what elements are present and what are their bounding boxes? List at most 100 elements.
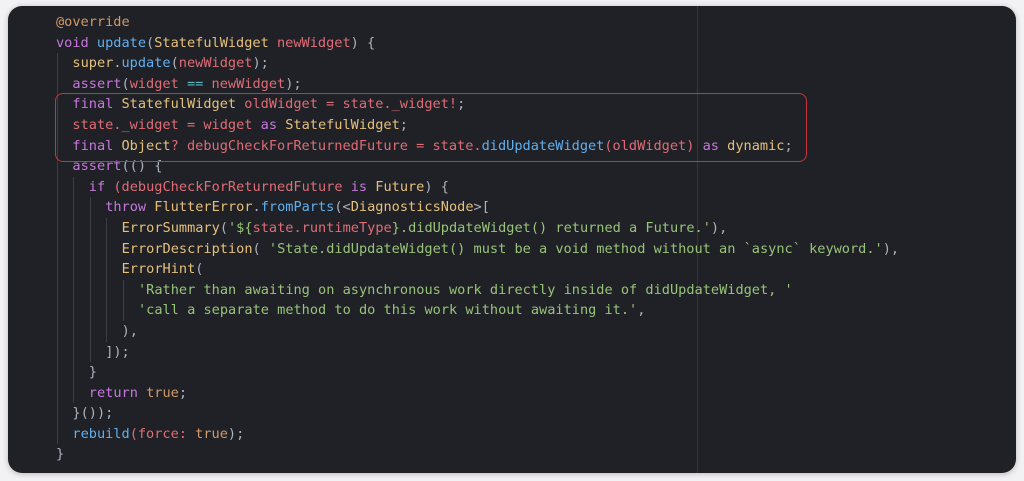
code-text: assert(widget == newWidget); [72, 74, 301, 95]
code-token: ]); [105, 343, 130, 360]
code-token: newWidget [276, 34, 351, 51]
code-token: (debugCheckForReturnedFuture [113, 178, 351, 195]
code-token: ( [195, 261, 204, 278]
indent-guide [73, 176, 75, 198]
code-line[interactable]: return true; [8, 382, 1016, 404]
code-token: ; [178, 384, 188, 401]
code-token: rebuild [72, 425, 130, 442]
indent-guide [89, 279, 91, 301]
code-text: if (debugCheckForReturnedFuture is Futur… [89, 177, 449, 198]
code-token: ), [882, 240, 900, 257]
indent-guide [73, 362, 75, 383]
indent-guide [89, 217, 91, 239]
code-line[interactable]: }()); [8, 403, 1016, 424]
code-token: if [88, 178, 114, 195]
code-token: 'call a separate method to do this work … [138, 302, 638, 319]
code-token: is [350, 178, 376, 195]
indent-guide [89, 259, 91, 280]
indent-guide [57, 53, 58, 74]
indent-guide [89, 197, 91, 218]
code-token: ( [170, 55, 179, 72]
code-token: '${ [228, 219, 253, 236]
code-token: 'Rather than awaiting on asynchronous wo… [138, 281, 793, 298]
code-line[interactable]: ErrorHint( [8, 259, 1016, 280]
code-token: ( [219, 219, 228, 236]
indent-guide [73, 320, 75, 342]
code-line[interactable]: if (debugCheckForReturnedFuture is Futur… [8, 176, 1016, 198]
code-token: ); [285, 75, 302, 92]
code-line[interactable]: void update(StatefulWidget newWidget) { [8, 33, 1016, 54]
code-text: 'Rather than awaiting on asynchronous wo… [138, 280, 793, 301]
indent-guide [73, 300, 75, 321]
code-editor[interactable]: @override void update(StatefulWidget newW… [8, 6, 1016, 473]
indent-guide [89, 300, 91, 321]
indent-guide [57, 259, 58, 280]
code-line[interactable]: ErrorSummary('${state.runtimeType}.didUp… [8, 217, 1016, 239]
code-line[interactable]: throw FlutterError.fromParts(<Diagnostic… [8, 197, 1016, 218]
code-token: ), [121, 322, 138, 339]
code-token: ) { [350, 34, 376, 51]
code-line[interactable]: ), [8, 320, 1016, 342]
indent-guide [73, 279, 75, 301]
indent-guide [106, 259, 108, 280]
code-token: ( [121, 75, 130, 92]
indent-guide [106, 238, 108, 260]
code-token: StatefulWidget [154, 34, 269, 51]
code-text: super.update(newWidget); [72, 53, 268, 74]
indent-guide [57, 362, 58, 383]
code-token: assert [72, 75, 122, 92]
code-token: DiagnosticsNode [350, 199, 474, 216]
code-token: @override [56, 14, 130, 30]
code-token: . [252, 199, 261, 216]
code-text: @override [56, 12, 130, 33]
indent-guide [57, 300, 58, 321]
code-line[interactable]: } [8, 362, 1016, 383]
indent-guide [57, 238, 58, 260]
code-token: throw [105, 199, 155, 216]
code-token: update [96, 34, 147, 51]
code-text: } [56, 444, 64, 465]
code-text: ), [122, 321, 138, 342]
code-text: ErrorHint( [122, 259, 204, 280]
indent-guide [73, 341, 75, 363]
indent-guide [57, 279, 58, 301]
indent-guide [106, 217, 108, 239]
indent-guide [57, 73, 58, 95]
indent-guide [122, 300, 124, 321]
indent-guide [57, 423, 58, 445]
code-line[interactable]: super.update(newWidget); [8, 53, 1016, 74]
code-text: ]); [105, 342, 130, 363]
code-text: 'call a separate method to do this work … [138, 300, 645, 321]
code-line[interactable]: 'call a separate method to do this work … [8, 300, 1016, 321]
code-token: . [113, 55, 122, 72]
code-line[interactable]: ]); [8, 341, 1016, 363]
code-block[interactable]: @override void update(StatefulWidget newW… [8, 12, 1016, 465]
indent-guide [73, 382, 75, 404]
code-token: super [72, 55, 114, 72]
indent-guide [89, 341, 91, 363]
code-line[interactable]: ErrorDescription( 'State.didUpdateWidget… [8, 238, 1016, 260]
code-line[interactable]: rebuild(force: true); [8, 423, 1016, 445]
code-token: true [195, 425, 228, 442]
code-token: state.runtimeType [252, 219, 392, 236]
code-token: ( [146, 34, 155, 51]
code-token: 'State.didUpdateWidget() must be a void … [268, 240, 883, 257]
code-token: ( [252, 240, 269, 257]
code-token: ); [252, 55, 269, 72]
indent-guide [106, 279, 108, 301]
indent-guide [73, 259, 75, 280]
indent-guide [73, 217, 75, 239]
code-token: FlutterError [154, 199, 253, 216]
code-token: }()); [72, 405, 114, 422]
code-line[interactable]: 'Rather than awaiting on asynchronous wo… [8, 279, 1016, 301]
code-text: void update(StatefulWidget newWidget) { [56, 33, 375, 54]
code-line[interactable]: } [8, 444, 1016, 465]
code-text: return true; [89, 383, 187, 404]
code-line[interactable]: @override [8, 12, 1016, 33]
indent-guide [57, 320, 58, 342]
code-token: newWidget [178, 55, 253, 72]
code-text: ErrorDescription( 'State.didUpdateWidget… [122, 239, 900, 260]
code-line[interactable]: assert(widget == newWidget); [8, 73, 1016, 95]
code-text: throw FlutterError.fromParts(<Diagnostic… [105, 197, 490, 218]
